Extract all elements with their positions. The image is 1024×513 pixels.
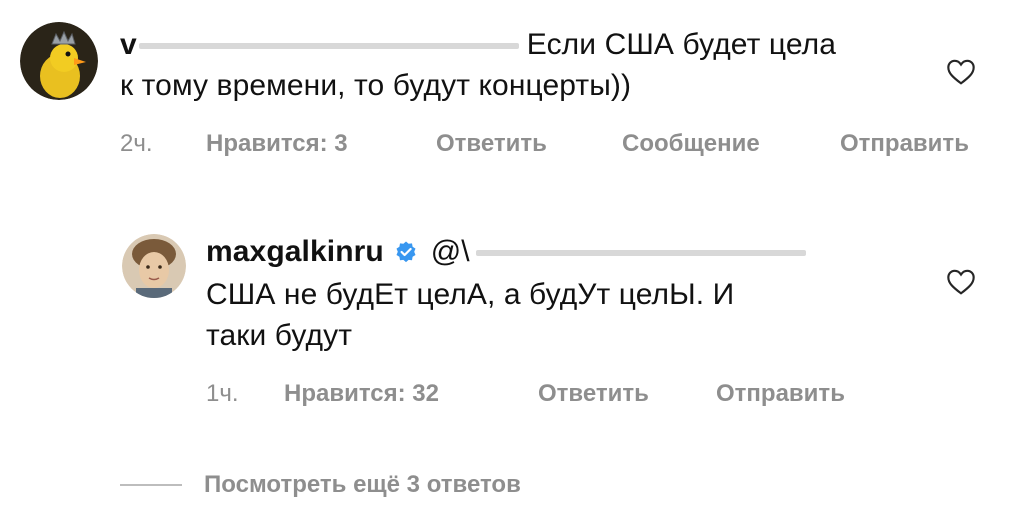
commenter-avatar[interactable] [20,22,98,100]
reply-time: 1ч. [206,380,239,407]
view-more-replies-button[interactable]: Посмотреть ещё 3 ответов [204,471,521,499]
comment-send-button[interactable]: Отправить [840,130,969,158]
view-more-divider [120,484,182,486]
comment-time: 2ч. [120,130,153,157]
verified-badge-icon [396,241,416,263]
redacted-mention [475,250,806,257]
username[interactable]: v [120,28,137,61]
comment-likes-button[interactable]: Нравится: 3 [206,130,348,158]
reply-text-line2: таки будут [206,319,353,352]
comment-reply-button[interactable]: Ответить [436,130,547,158]
heart-outline-icon[interactable] [944,266,978,298]
reply-avatar[interactable] [122,234,186,298]
comment-line-1: v Если США будет цела [120,24,836,65]
comment-text-line2: к тому времени, то будут концерты)) [120,69,632,102]
comment-text-line1: Если США будет цела [526,28,836,61]
reply-reply-button[interactable]: Ответить [538,380,649,408]
reply-line-1: maxgalkinru @\ [206,231,806,272]
reply-send-button[interactable]: Отправить [716,380,845,408]
reply-mention[interactable]: @\ [431,235,470,268]
redacted-username [138,43,519,50]
heart-outline-icon[interactable] [944,56,978,88]
reply-likes-button[interactable]: Нравится: 32 [284,380,439,408]
comment-message-button[interactable]: Сообщение [622,130,760,158]
reply-username[interactable]: maxgalkinru [206,235,384,268]
reply-text-line1: США не будЕт целА, а будУт целЫ. И [206,278,735,311]
